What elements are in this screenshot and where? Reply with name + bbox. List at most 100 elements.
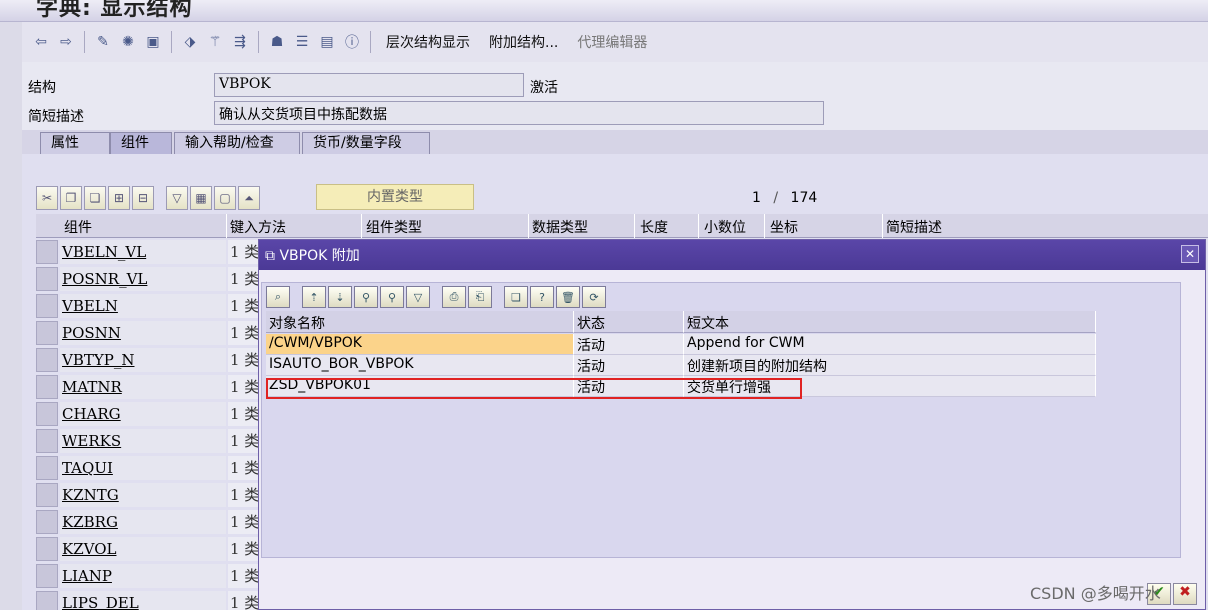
col-header[interactable]: 简短描述 xyxy=(886,217,942,237)
table-row[interactable]: WERKS 1 类 xyxy=(36,427,266,454)
activate-icon[interactable]: ✺ xyxy=(117,31,139,53)
table-row[interactable]: MATNR 1 类 xyxy=(36,373,266,400)
builtin-type-button[interactable]: 内置类型 xyxy=(316,184,474,210)
close-icon[interactable]: ✕ xyxy=(1181,245,1199,263)
append-row[interactable]: /CWM/VBPOK 活动 Append for CWM xyxy=(266,334,1096,355)
export-icon[interactable]: ⎗ xyxy=(468,286,492,308)
component-cell[interactable]: KZBRG xyxy=(60,510,226,534)
table-row[interactable]: POSNR_VL 1 类 xyxy=(36,265,266,292)
new-icon[interactable]: ❏ xyxy=(504,286,528,308)
refresh-icon[interactable]: ⟳ xyxy=(582,286,606,308)
table-row[interactable]: VBELN_VL 1 类 xyxy=(36,238,266,265)
col-header[interactable]: 键入方法 xyxy=(230,217,286,237)
delete-icon[interactable]: 🗑 xyxy=(556,286,580,308)
table-row[interactable]: TAQUI 1 类 xyxy=(36,454,266,481)
insert-row-icon[interactable]: ⊞ xyxy=(108,186,130,210)
component-cell[interactable]: VBELN xyxy=(60,294,226,318)
table-row[interactable]: KZBRG 1 类 xyxy=(36,508,266,535)
table-row[interactable]: VBELN 1 类 xyxy=(36,292,266,319)
component-cell[interactable]: CHARG xyxy=(60,402,226,426)
sort-ascending-icon[interactable]: ⇡ xyxy=(302,286,326,308)
tab-input-help[interactable]: 输入帮助/检查 xyxy=(174,132,300,154)
info-icon[interactable]: ⓘ xyxy=(341,31,363,53)
row-selector[interactable] xyxy=(36,348,58,372)
col-header[interactable]: 数据类型 xyxy=(532,217,588,237)
table-row[interactable]: POSNN 1 类 xyxy=(36,319,266,346)
back-arrow-icon[interactable]: ⇦ xyxy=(30,31,52,53)
component-cell[interactable]: LIPS_DEL xyxy=(60,591,226,610)
move-up-icon[interactable]: ⏶ xyxy=(238,186,260,210)
find-icon[interactable]: ⚲ xyxy=(354,286,378,308)
stack-icon[interactable]: ☰ xyxy=(291,31,313,53)
copy-icon[interactable]: ❐ xyxy=(60,186,82,210)
paste-icon[interactable]: ❏ xyxy=(84,186,106,210)
row-selector[interactable] xyxy=(36,591,58,610)
col-header[interactable]: 小数位 xyxy=(704,217,746,237)
table-row[interactable]: LIANP 1 类 xyxy=(36,562,266,589)
table-row[interactable]: KZVOL 1 类 xyxy=(36,535,266,562)
hierarchy-icon[interactable]: ☗ xyxy=(266,31,288,53)
table-row[interactable]: KZNTG 1 类 xyxy=(36,481,266,508)
find-next-icon[interactable]: ⚲ xyxy=(380,286,404,308)
append-structure-button[interactable]: 附加结构... xyxy=(489,32,558,52)
table-row[interactable]: VBTYP_N 1 类 xyxy=(36,346,266,373)
cut-icon[interactable]: ✂ xyxy=(36,186,58,210)
col-object-name[interactable]: 对象名称 xyxy=(266,311,574,333)
select-all-icon[interactable]: ▦ xyxy=(190,186,212,210)
details-icon[interactable]: ⌕ xyxy=(266,286,290,308)
col-header[interactable]: 坐标 xyxy=(770,217,798,237)
check-icon[interactable]: ▣ xyxy=(142,31,164,53)
row-selector[interactable] xyxy=(36,537,58,561)
sort-descending-icon[interactable]: ⇣ xyxy=(328,286,352,308)
component-cell[interactable]: KZVOL xyxy=(60,537,226,561)
row-selector[interactable] xyxy=(36,267,58,291)
tab-components[interactable]: 组件 xyxy=(110,132,172,154)
append-row[interactable]: ISAUTO_BOR_VBPOK 活动 创建新项目的附加结构 xyxy=(266,355,1096,376)
cancel-button[interactable]: ✖ xyxy=(1173,583,1197,605)
deselect-icon[interactable]: ▢ xyxy=(214,186,236,210)
row-selector[interactable] xyxy=(36,375,58,399)
table-row[interactable]: LIPS_DEL 1 类 xyxy=(36,589,266,610)
filter-icon[interactable]: ▽ xyxy=(166,186,188,210)
component-cell[interactable]: MATNR xyxy=(60,375,226,399)
delete-row-icon[interactable]: ⊟ xyxy=(132,186,154,210)
print-icon[interactable]: ⎙ xyxy=(442,286,466,308)
tab-currency-quantity[interactable]: 货币/数量字段 xyxy=(302,132,430,154)
short-desc-field[interactable]: 确认从交货项目中拣配数据 xyxy=(214,101,824,125)
object-name-cell[interactable]: /CWM/VBPOK xyxy=(266,334,574,355)
table-icon[interactable]: ▤ xyxy=(316,31,338,53)
component-cell[interactable]: POSNN xyxy=(60,321,226,345)
row-selector[interactable] xyxy=(36,240,58,264)
col-header[interactable]: 组件类型 xyxy=(366,217,422,237)
col-status[interactable]: 状态 xyxy=(574,311,684,333)
component-cell[interactable]: WERKS xyxy=(60,429,226,453)
navigate-icon[interactable]: ⇶ xyxy=(229,31,251,53)
component-cell[interactable]: KZNTG xyxy=(60,483,226,507)
component-cell[interactable]: LIANP xyxy=(60,564,226,588)
help-icon[interactable]: ? xyxy=(530,286,554,308)
object-name-cell[interactable]: ISAUTO_BOR_VBPOK xyxy=(266,355,574,376)
row-selector[interactable] xyxy=(36,402,58,426)
where-used-icon[interactable]: ⬗ xyxy=(179,31,201,53)
row-selector[interactable] xyxy=(36,456,58,480)
row-selector[interactable] xyxy=(36,294,58,318)
row-selector[interactable] xyxy=(36,564,58,588)
col-header[interactable]: 长度 xyxy=(640,217,668,237)
col-header[interactable]: 组件 xyxy=(64,217,92,237)
row-selector[interactable] xyxy=(36,321,58,345)
row-selector[interactable] xyxy=(36,483,58,507)
component-cell[interactable]: POSNR_VL xyxy=(60,267,226,291)
magic-wand-icon[interactable]: ⚚ xyxy=(204,31,226,53)
row-selector[interactable] xyxy=(36,510,58,534)
forward-arrow-icon[interactable]: ⇨ xyxy=(55,31,77,53)
structure-field[interactable]: VBPOK xyxy=(214,73,524,97)
component-cell[interactable]: TAQUI xyxy=(60,456,226,480)
col-short-text[interactable]: 短文本 xyxy=(684,311,1096,333)
component-cell[interactable]: VBELN_VL xyxy=(60,240,226,264)
filter-icon[interactable]: ▽ xyxy=(406,286,430,308)
display-change-icon[interactable]: ✎ xyxy=(92,31,114,53)
hierarchy-display-button[interactable]: 层次结构显示 xyxy=(386,32,470,52)
component-cell[interactable]: VBTYP_N xyxy=(60,348,226,372)
table-row[interactable]: CHARG 1 类 xyxy=(36,400,266,427)
row-selector[interactable] xyxy=(36,429,58,453)
